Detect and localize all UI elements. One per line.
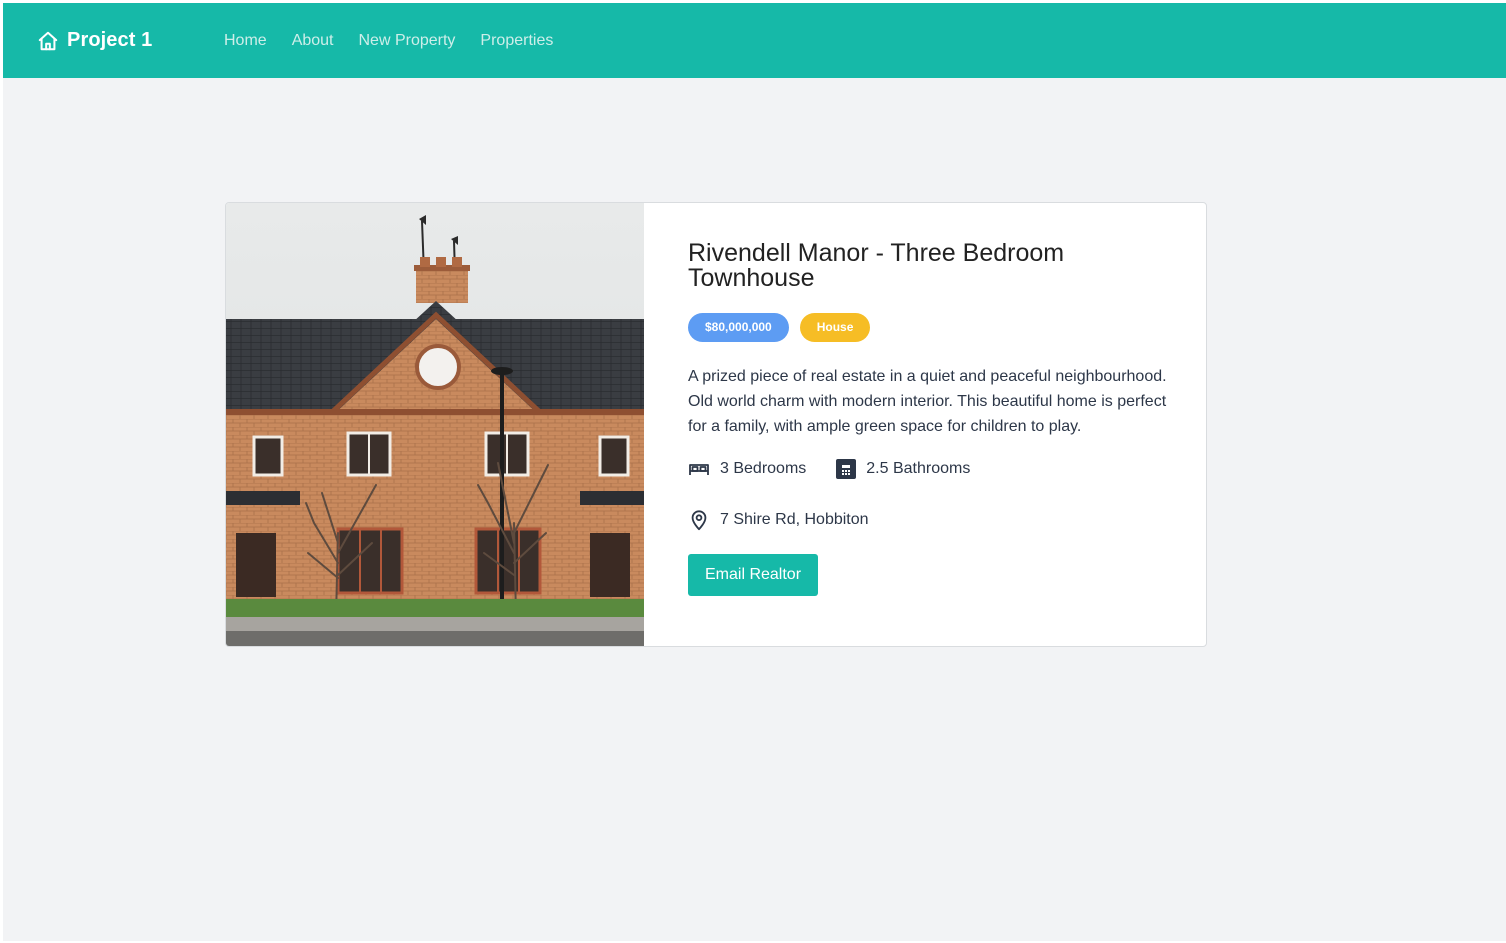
property-description: A prized piece of real estate in a quiet… <box>688 368 1167 435</box>
home-icon <box>38 31 58 50</box>
bed-icon <box>689 464 709 475</box>
nav-link-home[interactable]: Home <box>224 32 267 50</box>
email-realtor-button[interactable]: Email Realtor <box>688 554 819 596</box>
app-frame: Project 1 Home About New Property Proper… <box>3 3 1506 941</box>
address-row: 7 Shire Rd, Hobbiton <box>688 509 1168 531</box>
property-features: 3 Bedrooms 2.5 Bathrooms <box>688 459 1168 479</box>
bedrooms-feature: 3 Bedrooms <box>688 460 806 478</box>
badge-group: $80,000,000 House <box>688 313 1168 342</box>
property-type-badge: House <box>799 313 871 342</box>
bathroom-icon <box>836 459 857 479</box>
address-text: 7 Shire Rd, Hobbiton <box>720 511 869 528</box>
bedrooms-label: 3 Bedrooms <box>720 460 807 477</box>
navbar: Project 1 Home About New Property Proper… <box>3 3 1506 78</box>
property-title: Rivendell Manor - Three Bedroom Townhous… <box>688 239 1065 292</box>
nav-link-properties[interactable]: Properties <box>480 32 553 50</box>
bathrooms-label: 2.5 Bathrooms <box>866 460 971 477</box>
bathrooms-feature: 2.5 Bathrooms <box>836 459 970 479</box>
nav-link-new-property[interactable]: New Property <box>359 32 456 50</box>
price-badge: $80,000,000 <box>688 313 789 342</box>
property-card: Rivendell Manor - Three Bedroom Townhous… <box>225 202 1207 647</box>
property-details: Rivendell Manor - Three Bedroom Townhous… <box>644 203 1206 646</box>
property-photo <box>226 203 644 646</box>
brand-link[interactable]: Project 1 <box>37 3 152 78</box>
nav-link-about[interactable]: About <box>292 32 334 50</box>
brand-name: Project 1 <box>67 29 153 51</box>
map-pin-icon <box>691 510 707 531</box>
nav-links: Home About New Property Properties <box>224 3 553 78</box>
